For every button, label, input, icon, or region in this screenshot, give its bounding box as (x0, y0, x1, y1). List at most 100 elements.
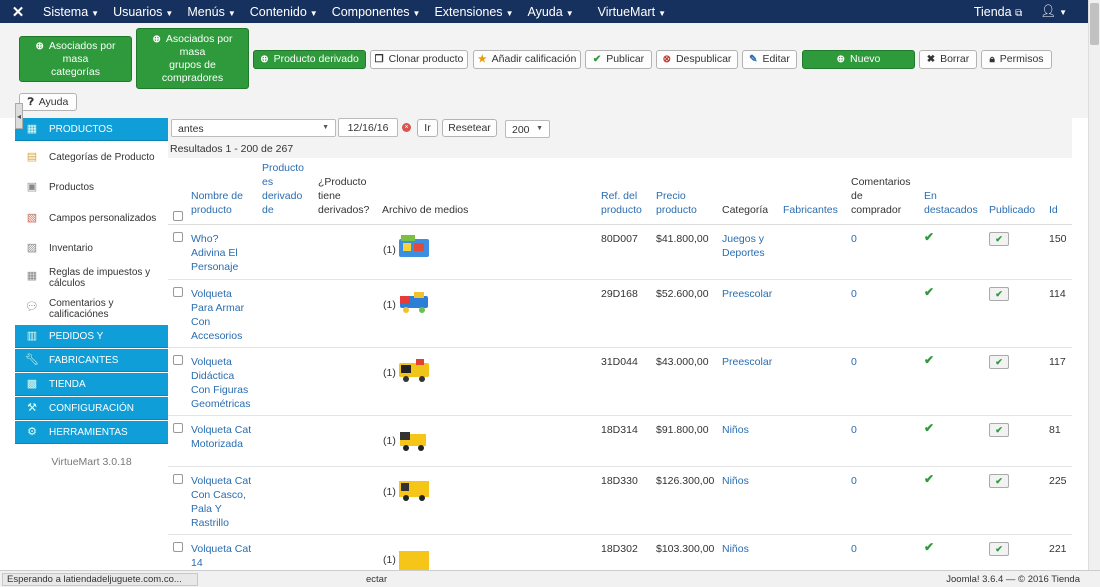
menu-usuarios[interactable]: Usuarios ▼ (106, 5, 180, 19)
row-checkbox[interactable] (173, 232, 183, 242)
mass-categories-button[interactable]: ⊕ Asociados por masa categorías (19, 36, 132, 82)
product-category-link[interactable]: Preescolar (722, 355, 772, 369)
featured-check-icon[interactable]: ✔ (924, 230, 934, 244)
product-comments-link[interactable]: 0 (851, 232, 857, 246)
mass-groups-button[interactable]: ⊕ Asociados por masa grupos de compradore… (136, 28, 249, 89)
page-scrollbar[interactable] (1088, 0, 1100, 570)
product-name-link[interactable]: Volqueta Didáctica Con Figuras Geométricas (191, 355, 251, 411)
delete-button[interactable]: ✖ Borrar (919, 50, 977, 69)
reset-button[interactable]: Resetear (442, 119, 497, 137)
table-row: Volqueta Cat 14 (1) 18D302 $103.300,00 Ni… (168, 535, 1072, 570)
edit-button[interactable]: ✎ Editar (742, 50, 797, 69)
product-comments-link[interactable]: 0 (851, 542, 857, 556)
times-circle-icon: ⊗ (662, 54, 671, 65)
published-toggle-button[interactable]: ✔ (989, 232, 1009, 246)
row-checkbox[interactable] (173, 355, 183, 365)
sidebar-section-tools[interactable]: ⚙ HERRAMIENTAS (15, 421, 168, 444)
publish-button[interactable]: ✔ Publicar (585, 50, 652, 69)
product-thumbnail-image[interactable] (396, 424, 432, 456)
sidebar-toggle[interactable]: ◂ (15, 103, 23, 129)
featured-check-icon[interactable]: ✔ (924, 472, 934, 486)
product-category-link[interactable]: Niños (722, 423, 749, 437)
date-mode-select[interactable]: antes ▼ (171, 119, 336, 137)
menu-componentes[interactable]: Componentes ▼ (325, 5, 428, 19)
col-header-derived-of[interactable]: Producto es derivado de (262, 158, 314, 224)
col-header-name[interactable]: Nombre de producto (191, 158, 256, 224)
help-button[interactable]: ❓︎ Ayuda (19, 93, 77, 111)
store-link[interactable]: Tienda ⧉ (965, 5, 1031, 19)
product-thumbnail-image[interactable] (396, 545, 432, 570)
product-thumbnail-image[interactable] (396, 473, 432, 505)
menu-extensiones[interactable]: Extensiones ▼ (427, 5, 520, 19)
sidebar-item-reviews[interactable]: 💬︎ Comentarios y calificaciónes (15, 295, 168, 323)
sidebar-item-product-categories[interactable]: ▤ Categorías de Producto (15, 146, 168, 168)
product-category-link[interactable]: Niños (722, 542, 749, 556)
joomla-logo-icon[interactable]: ✕ (0, 3, 36, 21)
featured-check-icon[interactable]: ✔ (924, 285, 934, 299)
published-toggle-button[interactable]: ✔ (989, 287, 1009, 301)
date-input[interactable]: 12/16/16 (338, 118, 398, 137)
product-name-link[interactable]: Volqueta Cat Motorizada (191, 423, 251, 451)
menu-menus[interactable]: Menús ▼ (180, 5, 242, 19)
col-header-id[interactable]: Id (1049, 158, 1069, 224)
product-comments-link[interactable]: 0 (851, 423, 857, 437)
col-header-price[interactable]: Precio producto (656, 158, 716, 224)
product-comments-link[interactable]: 0 (851, 474, 857, 488)
sidebar-section-store[interactable]: ▩ TIENDA (15, 373, 168, 396)
product-name-link[interactable]: Volqueta Para Armar Con Accesorios (191, 287, 244, 343)
product-category-link[interactable]: Juegos y Deportes (722, 232, 765, 260)
product-thumbnail-image[interactable] (396, 231, 432, 263)
product-comments-link[interactable]: 0 (851, 355, 857, 369)
product-name-link[interactable]: Who? Adivina El Personaje (191, 232, 238, 274)
row-checkbox[interactable] (173, 474, 183, 484)
clear-date-icon[interactable]: × (402, 123, 411, 132)
go-button[interactable]: Ir (417, 119, 438, 137)
unpublish-button[interactable]: ⊗ Despublicar (656, 50, 738, 69)
sidebar-item-tax-rules[interactable]: ▦ Reglas de impuestos y cálculos (15, 264, 168, 292)
menu-ayuda[interactable]: Ayuda ▼ (520, 5, 580, 19)
menu-sistema[interactable]: Sistema ▼ (36, 5, 106, 19)
row-checkbox[interactable] (173, 287, 183, 297)
derived-product-button[interactable]: ⊕ Producto derivado (253, 50, 366, 69)
sidebar-item-products[interactable]: ▣ Productos (15, 176, 168, 198)
scrollbar-thumb[interactable] (1090, 3, 1099, 45)
sidebar-item-inventory[interactable]: ▨ Inventario (15, 237, 168, 259)
product-name-link[interactable]: Volqueta Cat Con Casco, Pala Y Rastrillo (191, 474, 251, 530)
col-header-published[interactable]: Publicado (989, 158, 1044, 224)
col-header-featured[interactable]: En destacados (924, 158, 984, 224)
menu-contenido[interactable]: Contenido ▼ (243, 5, 325, 19)
featured-check-icon[interactable]: ✔ (924, 421, 934, 435)
col-header-sku[interactable]: Ref. del producto (601, 158, 651, 224)
menu-virtuemart[interactable]: VirtueMart ▼ (591, 5, 673, 19)
add-rating-button[interactable]: ★ Añadir calificación (473, 50, 581, 69)
product-category-link[interactable]: Preescolar (722, 287, 772, 301)
permissions-button[interactable]: 🔒︎ Permisos (981, 50, 1052, 69)
sidebar-section-orders[interactable]: ▥ PEDIDOS Y (15, 325, 168, 348)
row-checkbox[interactable] (173, 542, 183, 552)
row-checkbox[interactable] (173, 423, 183, 433)
product-category-link[interactable]: Niños (722, 474, 749, 488)
col-header-manufacturers[interactable]: Fabricantes (783, 158, 847, 224)
sidebar-section-products[interactable]: ▦ PRODUCTOS (15, 118, 168, 141)
sidebar-section-manufacturers[interactable]: 🔧︎ FABRICANTES (15, 349, 168, 372)
featured-check-icon[interactable]: ✔ (924, 353, 934, 367)
col-header-has-derived: ¿Producto tiene derivados? (318, 176, 370, 216)
limit-select[interactable]: 200 ▼ (505, 120, 550, 138)
product-name-link[interactable]: Volqueta Cat 14 (191, 542, 251, 570)
published-toggle-button[interactable]: ✔ (989, 355, 1009, 369)
product-thumbnail-image[interactable] (396, 354, 432, 386)
user-menu[interactable]: 👤︎ ▼ (1031, 4, 1076, 19)
sidebar-section-configuration[interactable]: ⚒ CONFIGURACIÓN (15, 397, 168, 420)
published-toggle-button[interactable]: ✔ (989, 474, 1009, 488)
clone-product-button[interactable]: ❐ Clonar producto (370, 50, 468, 69)
sidebar-item-custom-fields[interactable]: ▧ Campos personalizados (15, 207, 168, 229)
select-all-checkbox[interactable] (173, 211, 183, 221)
product-comments-link[interactable]: 0 (851, 287, 857, 301)
product-id: 114 (1049, 288, 1066, 300)
new-button[interactable]: ⊕ Nuevo (802, 50, 915, 69)
published-toggle-button[interactable]: ✔ (989, 423, 1009, 437)
product-thumbnail-image[interactable] (396, 286, 432, 318)
published-toggle-button[interactable]: ✔ (989, 542, 1009, 556)
featured-check-icon[interactable]: ✔ (924, 540, 934, 554)
check-icon: ✔ (592, 54, 602, 65)
